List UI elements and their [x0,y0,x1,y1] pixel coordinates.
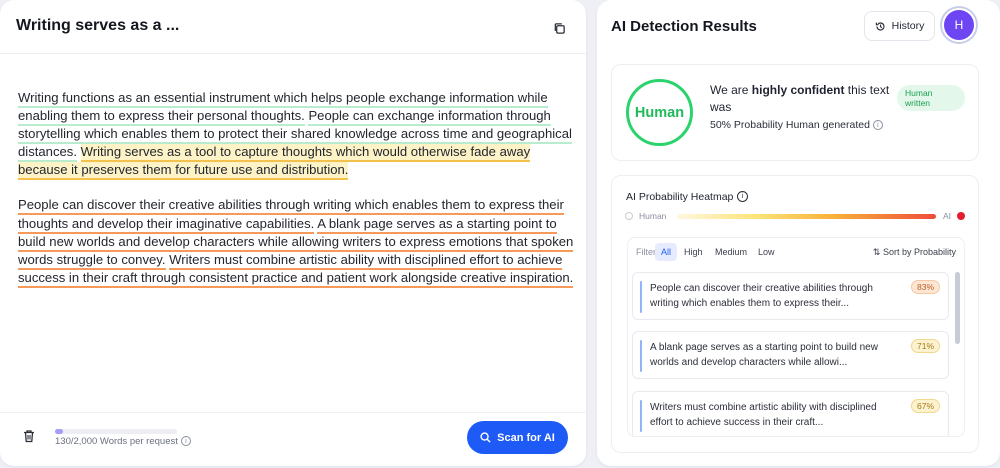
human-scale-dot [625,212,633,220]
sentence-text: People can discover their creative abili… [650,283,873,309]
sort-label: Sort by Probability [882,247,956,257]
scan-for-ai-button[interactable]: Scan for AI [467,421,568,454]
scan-button-label: Scan for AI [497,431,555,444]
probability-line: 50% Probability Human generated i [710,119,883,131]
sentence-item[interactable]: A blank page serves as a starting point … [632,331,949,379]
sentence-item[interactable]: Writers must combine artistic ability wi… [632,391,949,436]
word-count-text: 130/2,000 Words per request [55,436,178,447]
word-progress-fill [55,429,63,434]
copy-button[interactable] [548,17,570,39]
verdict-ring: Human [626,79,693,146]
confidence-statement: We are highly confident this text was [710,82,895,116]
history-label: History [891,20,925,32]
probability-badge: 71% [910,339,940,353]
trash-icon [24,430,34,443]
sentence-text: Writers must combine artistic ability wi… [650,402,877,428]
filter-all[interactable]: All [655,243,678,261]
editor-header: Writing serves as a ... [0,0,586,54]
ai-scale-dot [957,212,965,220]
clear-text-button[interactable] [22,429,40,449]
sentence-medium: Writing serves as a tool to capture thou… [18,144,531,181]
info-icon[interactable]: i [737,191,748,202]
probability-badge: 67% [910,399,940,413]
probability-text: 50% Probability Human generated [710,119,870,131]
paragraph: People can discover their creative abili… [18,196,574,288]
probability-badge: 83% [910,280,940,294]
text-editor[interactable]: Writing functions as an essential instru… [18,89,574,304]
user-avatar[interactable]: H [944,10,974,40]
filter-label: Filter [636,247,656,257]
confidence-strong: highly confident [751,83,845,97]
word-count: 130/2,000 Words per request i [55,436,191,447]
confidence-prefix: We are [710,83,752,97]
history-icon [875,21,885,31]
filter-low[interactable]: Low [752,243,781,261]
filter-medium[interactable]: Medium [709,243,753,261]
results-panel: AI Detection Results History H Human We … [597,0,1000,466]
info-icon[interactable]: i [872,120,883,131]
sentence-item[interactable]: People can discover their creative abili… [632,272,949,320]
word-progress-bar [55,429,177,434]
results-title: AI Detection Results [611,18,757,35]
search-icon [480,432,491,443]
list-scrollbar[interactable] [955,272,960,344]
sort-button[interactable]: ⇅ Sort by Probability [873,247,956,258]
editor-panel: Writing serves as a ... Writing function… [0,0,586,466]
document-title: Writing serves as a ... [16,17,180,34]
filter-high[interactable]: High [678,243,709,261]
item-accent-bar [640,340,642,372]
info-icon[interactable]: i [180,436,191,447]
paragraph: Writing functions as an essential instru… [18,89,574,181]
sentence-text: A blank page serves as a starting point … [650,342,878,368]
heatmap-title: AI Probability Heatmap [626,191,734,203]
sentence-list: Filter All High Medium Low ⇅ Sort by Pro… [627,237,965,437]
probability-gradient-bar [677,214,936,219]
confidence-card: Human We are highly confident this text … [611,64,979,161]
human-written-badge: Human written [897,85,965,111]
human-scale-label: Human [639,211,667,221]
copy-icon [554,22,565,34]
sort-icon: ⇅ [872,247,881,257]
item-accent-bar [640,400,642,432]
filter-row: Filter All High Medium Low ⇅ Sort by Pro… [628,238,964,268]
heatmap-card: AI Probability Heatmap i Human AI Filter… [611,175,979,453]
item-accent-bar [640,281,642,313]
ai-scale-label: AI [943,211,952,221]
history-button[interactable]: History [864,11,935,41]
